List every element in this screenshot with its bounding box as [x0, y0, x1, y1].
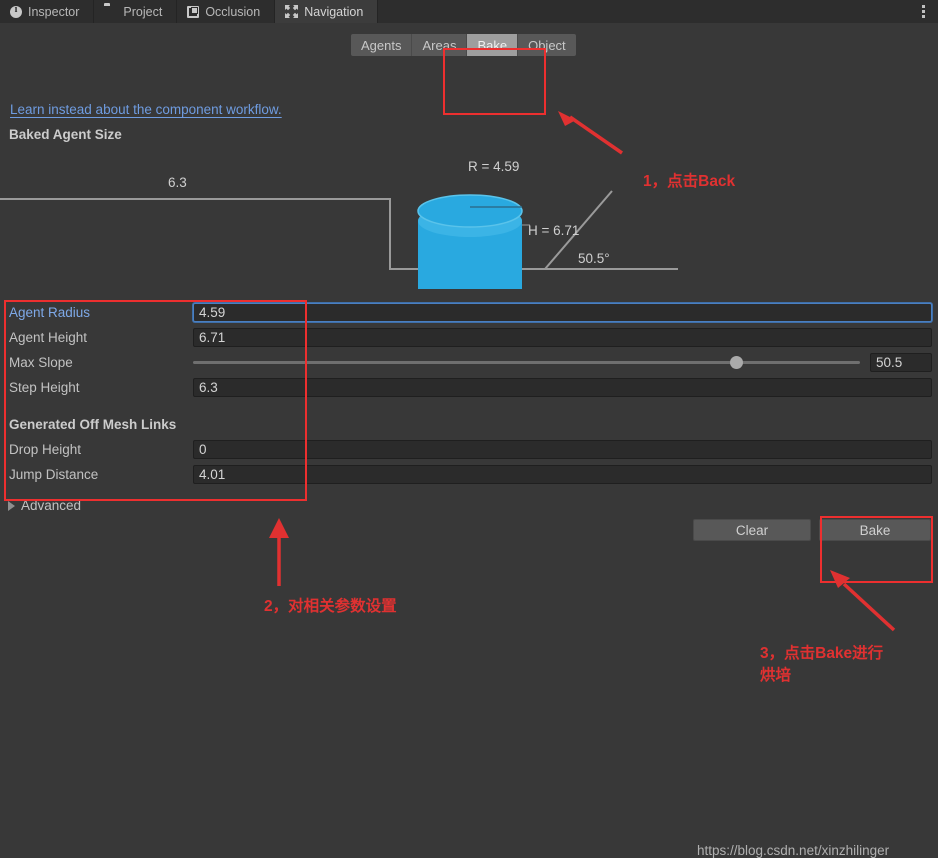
diagram-step-label: 6.3 — [168, 175, 187, 190]
baked-agent-size-header: Baked Agent Size — [9, 127, 122, 142]
row-agent-radius[interactable]: Agent Radius 4.59 — [0, 300, 938, 325]
tab-occlusion-label: Occlusion — [205, 4, 261, 19]
input-max-slope[interactable]: 50.5 — [870, 353, 932, 372]
tab-navigation[interactable]: Navigation — [275, 0, 379, 23]
annotation-text-step1: 1，点击Back — [643, 173, 736, 190]
bake-button[interactable]: Bake — [819, 519, 931, 541]
bake-properties: Agent Radius 4.59 Agent Height 6.71 Max … — [0, 300, 938, 487]
label-step-height: Step Height — [9, 380, 80, 395]
diagram-radius-label: R = 4.59 — [468, 159, 520, 174]
clear-button-label: Clear — [735, 522, 769, 538]
row-max-slope[interactable]: Max Slope 50.5 — [0, 350, 938, 375]
bake-button-label: Bake — [859, 522, 891, 538]
learn-component-workflow-link[interactable]: Learn instead about the component workfl… — [10, 102, 282, 117]
input-jump-distance[interactable]: 4.01 — [193, 465, 932, 484]
occlusion-icon — [187, 5, 200, 18]
folder-icon — [104, 5, 117, 18]
annotation-box-bake-tab — [443, 48, 546, 115]
kebab-menu-icon — [921, 3, 925, 20]
label-max-slope: Max Slope — [9, 355, 73, 370]
row-agent-height[interactable]: Agent Height 6.71 — [0, 325, 938, 350]
navigation-panel: Agents Areas Bake Object Learn instead a… — [0, 23, 938, 858]
navigation-icon — [285, 5, 299, 18]
agent-size-diagram: R = 4.59 H = 6.71 50.5° 6.3 — [0, 149, 938, 289]
tab-occlusion[interactable]: Occlusion — [177, 0, 276, 23]
tab-inspector-label: Inspector — [28, 4, 80, 19]
row-jump-distance[interactable]: Jump Distance 4.01 — [0, 462, 938, 487]
slider-thumb-max-slope[interactable] — [730, 356, 744, 369]
annotation-text-step3: 3，点击Bake进行 烘培 — [760, 645, 884, 685]
tab-project-label: Project — [123, 4, 163, 19]
bake-mode-tabs: Agents Areas Bake Object — [351, 34, 576, 56]
row-offmesh-header: Generated Off Mesh Links — [0, 412, 938, 437]
row-drop-height[interactable]: Drop Height 0 — [0, 437, 938, 462]
slider-track-max-slope[interactable] — [193, 356, 860, 369]
label-agent-height: Agent Height — [9, 330, 88, 345]
mode-tab-areas[interactable]: Areas — [412, 34, 468, 56]
annotation-arrow-step3 — [830, 570, 896, 632]
mode-tab-agents-label: Agents — [361, 37, 402, 53]
mode-tab-agents[interactable]: Agents — [351, 34, 413, 56]
annotation-text-step2: 2，对相关参数设置 — [264, 598, 397, 615]
row-spacer — [0, 400, 938, 412]
header-generated-off-mesh-links: Generated Off Mesh Links — [9, 417, 177, 432]
info-icon — [10, 4, 22, 18]
slider-max-slope[interactable]: 50.5 — [193, 353, 932, 372]
mode-tab-bake-label: Bake — [477, 37, 508, 53]
tab-navigation-label: Navigation — [304, 4, 364, 19]
input-drop-height[interactable]: 0 — [193, 440, 932, 459]
row-step-height[interactable]: Step Height 6.3 — [0, 375, 938, 400]
advanced-foldout[interactable]: Advanced — [8, 498, 81, 513]
tab-inspector[interactable]: Inspector — [0, 0, 95, 23]
advanced-label: Advanced — [21, 498, 82, 513]
diagram-angle-label: 50.5° — [578, 251, 610, 266]
input-agent-radius[interactable]: 4.59 — [193, 303, 932, 322]
input-step-height[interactable]: 6.3 — [193, 378, 932, 397]
input-agent-height[interactable]: 6.71 — [193, 328, 932, 347]
mode-tab-bake[interactable]: Bake — [467, 34, 519, 56]
mode-tab-object[interactable]: Object — [518, 34, 576, 56]
mode-tab-areas-label: Areas — [422, 37, 457, 53]
window-tab-bar: Inspector Project Occlusion Navigation — [0, 0, 938, 23]
label-agent-radius: Agent Radius — [9, 305, 91, 320]
annotation-arrow-step2 — [269, 518, 289, 586]
watermark-url: https://blog.csdn.net/xinzhilinger — [697, 843, 890, 858]
label-drop-height: Drop Height — [9, 442, 82, 457]
mode-tab-object-label: Object — [528, 37, 566, 53]
triangle-right-icon — [8, 500, 15, 511]
clear-button[interactable]: Clear — [693, 519, 811, 541]
window-options-button[interactable] — [908, 0, 938, 23]
diagram-height-label: H = 6.71 — [528, 223, 580, 238]
tab-project[interactable]: Project — [94, 0, 178, 23]
label-jump-distance: Jump Distance — [9, 467, 99, 482]
